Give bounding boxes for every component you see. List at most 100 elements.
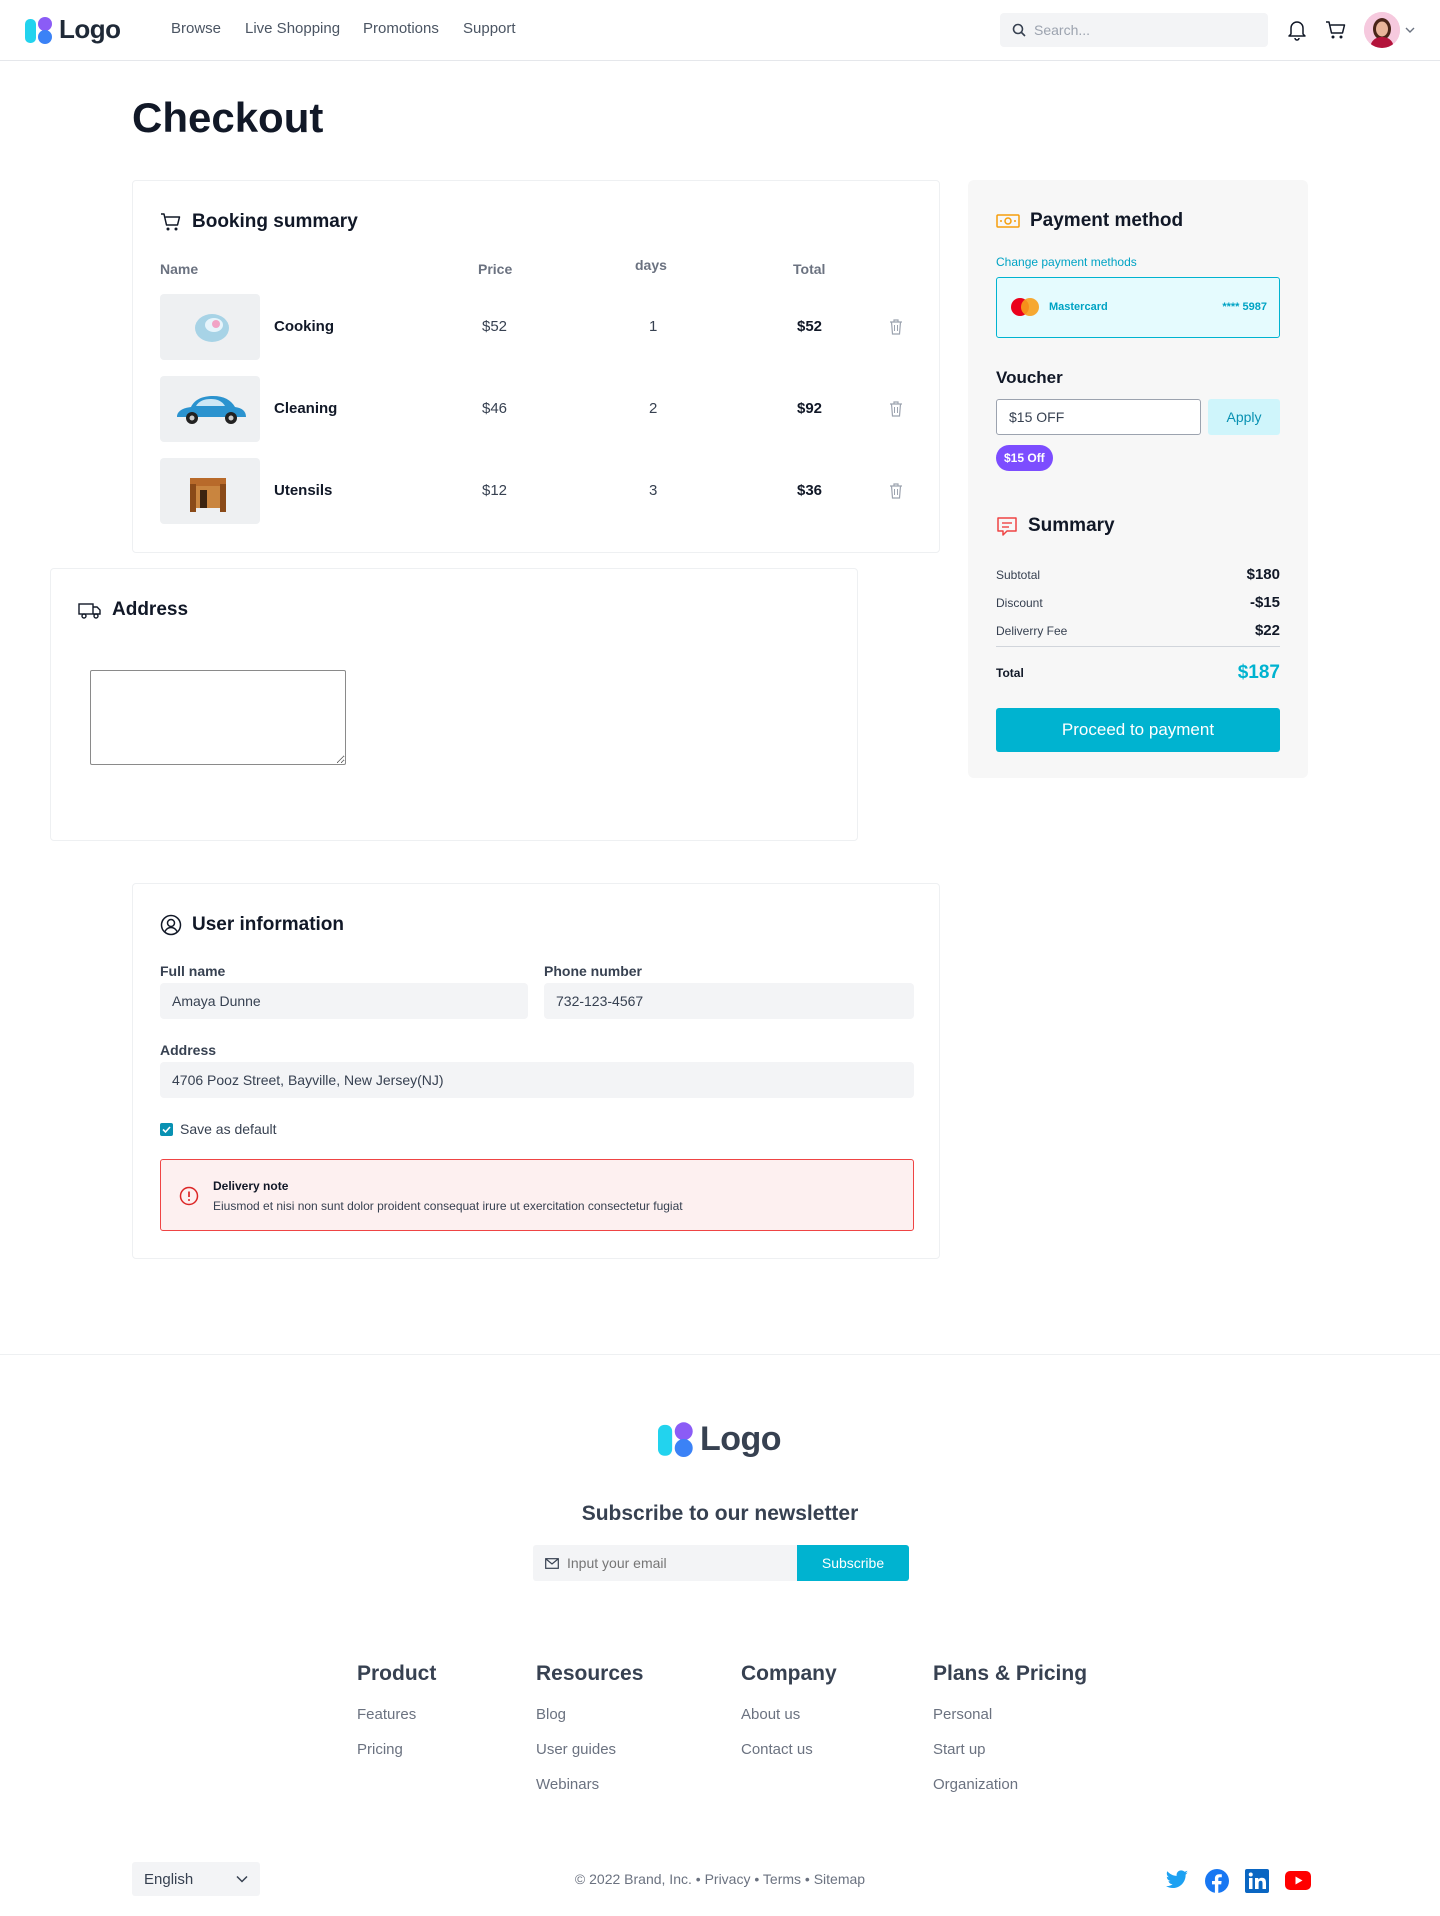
table-row: Cleaning $46 2 $92 <box>133 376 939 442</box>
footer-link[interactable]: Organization <box>933 1776 1087 1793</box>
footer-link[interactable]: About us <box>741 1706 837 1723</box>
footer-link[interactable]: Features <box>357 1706 436 1723</box>
footer-column-resources: Resources Blog User guides Webinars <box>536 1662 643 1811</box>
youtube-icon[interactable] <box>1285 1871 1311 1890</box>
column-header-total: Total <box>793 261 826 277</box>
booking-summary-header: Booking summary <box>160 211 358 233</box>
footer-logo-text: Logo <box>700 1419 782 1458</box>
trash-icon[interactable] <box>889 483 903 499</box>
item-total: $92 <box>797 400 823 417</box>
utensils-thumbnail <box>160 458 260 524</box>
cart-icon[interactable] <box>1323 16 1349 44</box>
booking-summary-title: Booking summary <box>192 211 358 232</box>
user-avatar[interactable] <box>1364 12 1400 48</box>
item-days: 1 <box>649 318 658 335</box>
cleaning-thumbnail <box>160 376 260 442</box>
address-card-header: Address <box>78 599 188 621</box>
chevron-down-icon[interactable] <box>1405 26 1415 34</box>
search-input[interactable] <box>1034 22 1254 38</box>
linkedin-icon[interactable] <box>1245 1869 1269 1893</box>
voucher-applied-badge[interactable]: $15 Off <box>996 445 1053 471</box>
nav-browse[interactable]: Browse <box>171 20 221 37</box>
phone-number-field[interactable] <box>544 983 914 1019</box>
footer-link[interactable]: Contact us <box>741 1741 837 1758</box>
trash-icon[interactable] <box>889 319 903 335</box>
newsletter-email-field[interactable] <box>533 1545 797 1581</box>
discount-value: -$15 <box>1249 594 1280 611</box>
subtotal-row: Subtotal $180 <box>996 566 1280 583</box>
delivery-note-title: Delivery note <box>213 1179 289 1193</box>
search-icon <box>1012 23 1026 37</box>
footer-logo[interactable]: Logo <box>658 1419 782 1459</box>
save-default-label: Save as default <box>180 1121 277 1137</box>
money-icon <box>996 214 1020 228</box>
change-payment-link[interactable]: Change payment methods <box>996 255 1137 269</box>
item-name: Cleaning <box>274 400 338 417</box>
mastercard-icon <box>1011 298 1039 316</box>
search-bar[interactable] <box>1000 13 1268 47</box>
cooking-thumbnail <box>160 294 260 360</box>
twitter-icon[interactable] <box>1165 1870 1189 1890</box>
footer-column-company: Company About us Contact us <box>741 1662 837 1776</box>
terms-link[interactable]: Terms <box>763 1871 801 1887</box>
address-textarea[interactable] <box>90 670 346 765</box>
total-value: $187 <box>1237 662 1280 683</box>
summary-title: Summary <box>1028 515 1115 536</box>
sitemap-link[interactable]: Sitemap <box>814 1871 865 1887</box>
full-name-field[interactable] <box>160 983 528 1019</box>
summary-header: Summary <box>996 515 1115 537</box>
voucher-title: Voucher <box>996 368 1063 387</box>
logo-text: Logo <box>59 14 121 44</box>
nav-support[interactable]: Support <box>463 20 516 37</box>
column-header-price: Price <box>478 261 513 277</box>
trash-icon[interactable] <box>889 401 903 417</box>
footer-link[interactable]: Blog <box>536 1706 643 1723</box>
payment-method-header: Payment method <box>996 210 1183 232</box>
delivery-fee-row: Deliverry Fee $22 <box>996 622 1280 639</box>
voucher-input[interactable] <box>996 399 1201 435</box>
payment-method-title: Payment method <box>1030 210 1184 231</box>
discount-label: Discount <box>996 595 1043 610</box>
footer-link[interactable]: Pricing <box>357 1741 436 1758</box>
item-name: Cooking <box>274 318 334 335</box>
selected-card[interactable]: Mastercard **** 5987 <box>996 277 1280 338</box>
footer-column-product: Product Features Pricing <box>357 1662 436 1776</box>
facebook-icon[interactable] <box>1205 1869 1229 1893</box>
delivery-note-alert: Delivery note Eiusmod et nisi non sunt d… <box>160 1159 914 1231</box>
user-information-card: User information Full name Phone number … <box>132 883 940 1259</box>
footer-link[interactable]: Personal <box>933 1706 1087 1723</box>
summary-divider <box>996 646 1280 647</box>
user-information-title: User information <box>192 914 345 935</box>
privacy-link[interactable]: Privacy <box>705 1871 751 1887</box>
discount-row: Discount -$15 <box>996 594 1280 611</box>
newsletter-email-input[interactable] <box>567 1555 787 1571</box>
total-label: Total <box>996 666 1024 680</box>
footer-link[interactable]: Start up <box>933 1741 1087 1758</box>
nav-promotions[interactable]: Promotions <box>363 20 439 37</box>
item-price: $46 <box>482 400 508 417</box>
table-row: Utensils $12 3 $36 <box>133 458 939 524</box>
item-price: $52 <box>482 318 508 335</box>
delivery-note-text: Eiusmod et nisi non sunt dolor proident … <box>213 1199 683 1213</box>
notifications-bell-icon[interactable] <box>1284 16 1310 44</box>
apply-voucher-button[interactable]: Apply <box>1208 399 1280 435</box>
item-days: 3 <box>649 482 658 499</box>
checkbox-checked-icon[interactable] <box>160 1122 173 1136</box>
address-label: Address <box>160 1042 217 1058</box>
save-default-checkbox-row[interactable]: Save as default <box>160 1121 277 1137</box>
subscribe-button[interactable]: Subscribe <box>797 1545 909 1581</box>
footer-column-title: Product <box>357 1662 437 1685</box>
page-title: Checkout <box>132 94 324 141</box>
copyright-text: © 2022 Brand, Inc. <box>574 1871 692 1887</box>
header-logo[interactable]: Logo <box>25 14 121 45</box>
footer-link[interactable]: Webinars <box>536 1776 643 1793</box>
card-number: **** 5987 <box>1222 301 1267 313</box>
address-field[interactable] <box>160 1062 914 1098</box>
nav-live-shopping[interactable]: Live Shopping <box>245 20 340 37</box>
footer-link[interactable]: User guides <box>536 1741 643 1758</box>
booking-summary-card: Booking summary Name Price days Total Co… <box>132 180 940 553</box>
delivery-fee-label: Deliverry Fee <box>996 623 1068 638</box>
subtotal-value: $180 <box>1246 566 1280 583</box>
proceed-to-payment-button[interactable]: Proceed to payment <box>996 708 1280 752</box>
info-alert-icon <box>179 1186 199 1206</box>
